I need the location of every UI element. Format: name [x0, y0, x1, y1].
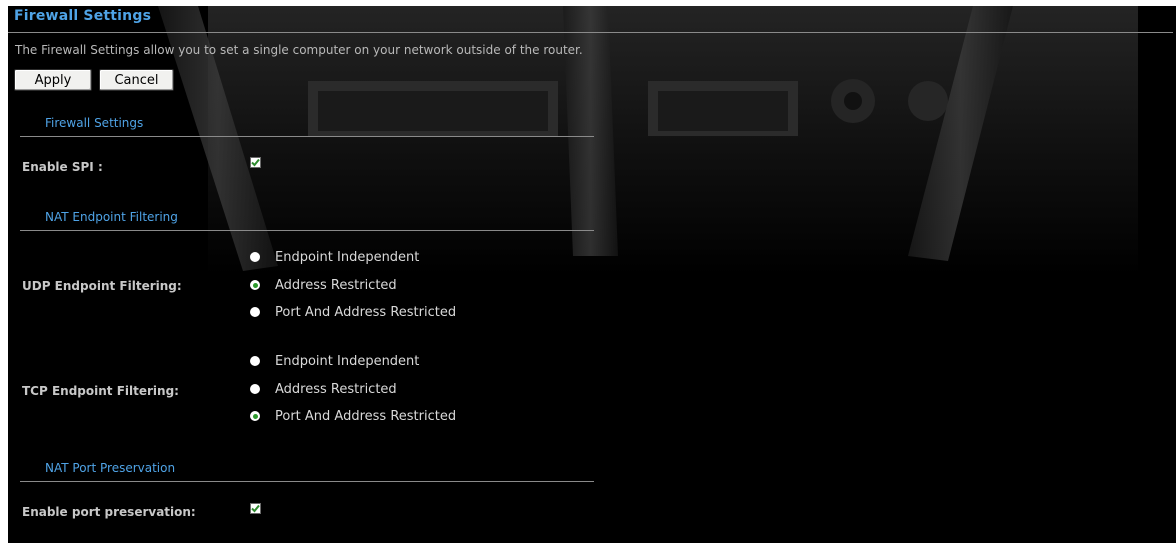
section-divider-port-preservation	[20, 481, 594, 482]
udp-filtering-label: UDP Endpoint Filtering:	[22, 279, 182, 293]
udp-option-address-restricted[interactable]: Address Restricted	[250, 275, 397, 295]
udp-option-label: Port And Address Restricted	[275, 304, 457, 320]
section-divider-firewall	[20, 136, 594, 137]
udp-radio-port-address-restricted[interactable]	[250, 307, 260, 317]
section-divider-nat-filtering	[20, 230, 594, 231]
section-heading-nat-filtering: NAT Endpoint Filtering	[45, 210, 178, 224]
tcp-option-address-restricted[interactable]: Address Restricted	[250, 379, 397, 399]
tcp-radio-port-address-restricted[interactable]	[250, 411, 260, 421]
tcp-option-port-address-restricted[interactable]: Port And Address Restricted	[250, 406, 456, 426]
enable-spi-label: Enable SPI :	[22, 160, 103, 174]
title-divider	[8, 32, 1173, 33]
udp-option-label: Endpoint Independent	[275, 249, 420, 265]
firewall-settings-panel: Firewall Settings The Firewall Settings …	[8, 6, 1176, 543]
enable-port-preservation-label: Enable port preservation:	[22, 505, 196, 519]
udp-radio-endpoint-independent[interactable]	[250, 252, 260, 262]
apply-button[interactable]: Apply	[14, 69, 92, 91]
enable-port-preservation-checkbox[interactable]	[250, 503, 261, 514]
tcp-radio-endpoint-independent[interactable]	[250, 356, 260, 366]
tcp-option-label: Endpoint Independent	[275, 353, 420, 369]
tcp-option-endpoint-independent[interactable]: Endpoint Independent	[250, 351, 419, 371]
enable-spi-checkbox[interactable]	[250, 157, 261, 168]
checkmark-icon	[251, 504, 260, 513]
page-title: Firewall Settings	[14, 8, 152, 24]
checkmark-icon	[251, 158, 260, 167]
router-background-image	[158, 6, 1138, 276]
tcp-filtering-label: TCP Endpoint Filtering:	[22, 384, 179, 398]
udp-option-port-address-restricted[interactable]: Port And Address Restricted	[250, 302, 456, 322]
page-description: The Firewall Settings allow you to set a…	[15, 43, 583, 57]
cancel-button[interactable]: Cancel	[99, 69, 174, 91]
udp-radio-address-restricted[interactable]	[250, 280, 260, 290]
section-heading-firewall: Firewall Settings	[45, 116, 144, 130]
udp-option-label: Address Restricted	[275, 277, 397, 293]
udp-option-endpoint-independent[interactable]: Endpoint Independent	[250, 247, 419, 267]
tcp-option-label: Port And Address Restricted	[275, 408, 457, 424]
tcp-radio-address-restricted[interactable]	[250, 384, 260, 394]
tcp-option-label: Address Restricted	[275, 381, 397, 397]
section-heading-port-preservation: NAT Port Preservation	[45, 461, 176, 475]
